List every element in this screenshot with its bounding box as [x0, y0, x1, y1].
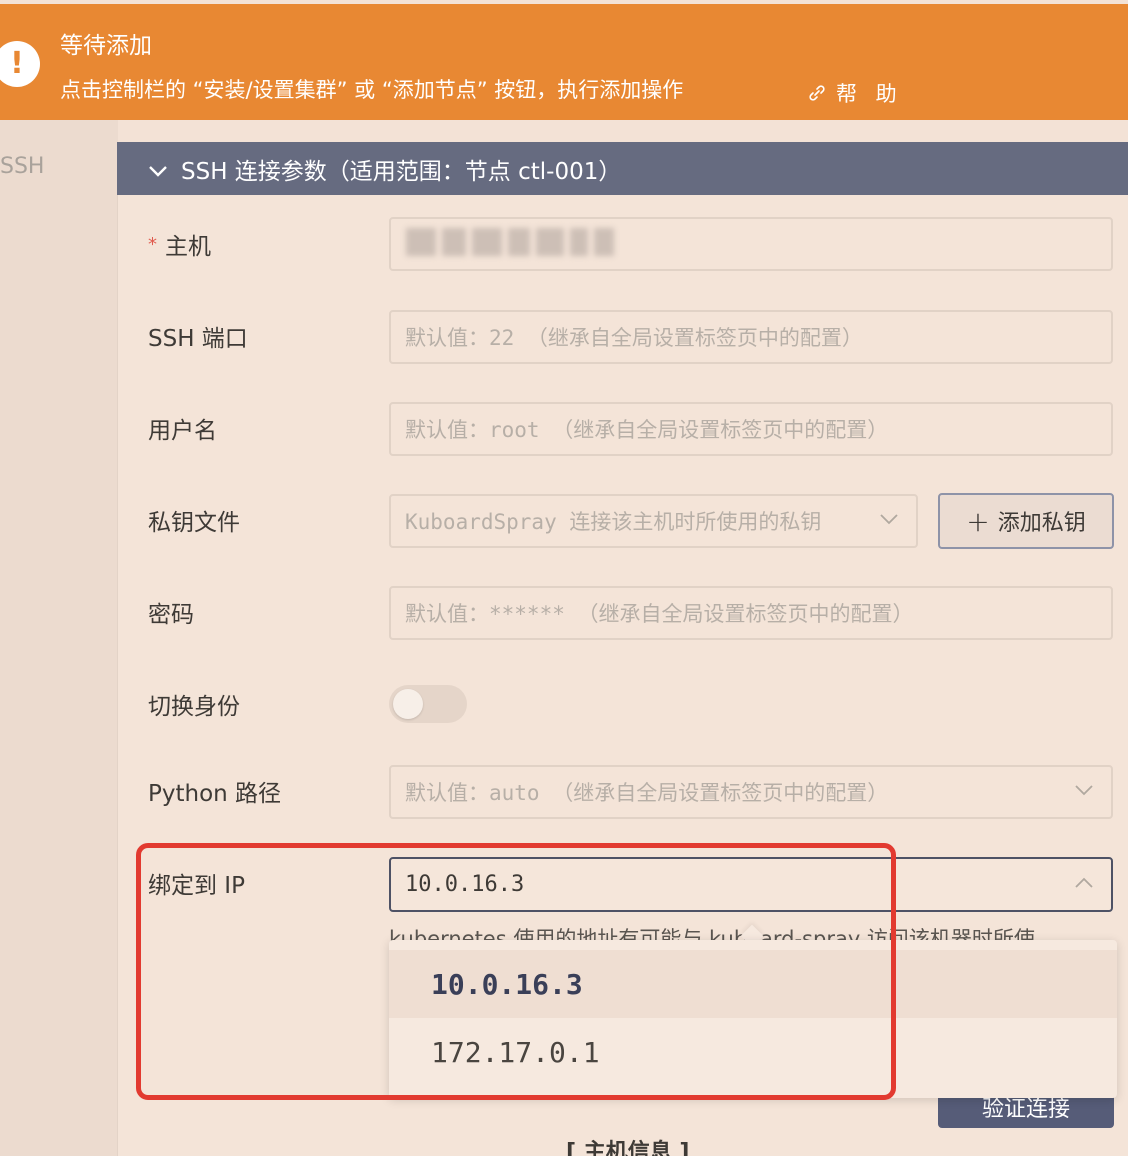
chevron-down-icon: [880, 514, 898, 525]
panel-header[interactable]: SSH 连接参数（适用范围：节点 ctl-001）: [117, 142, 1128, 195]
chevron-down-icon: [149, 165, 167, 177]
username-input[interactable]: 默认值：root （继承自全局设置标签页中的配置）: [389, 402, 1113, 456]
host-value-redacted: [406, 228, 626, 264]
add-private-key-button[interactable]: + 添加私钥: [938, 493, 1114, 549]
ssh-port-input[interactable]: 默认值：22 （继承自全局设置标签页中的配置）: [389, 310, 1113, 364]
ssh-port-placeholder: 默认值：22 （继承自全局设置标签页中的配置）: [405, 326, 863, 350]
ssh-port-label: SSH 端口: [148, 326, 248, 352]
become-toggle[interactable]: [389, 685, 467, 723]
required-mark: *: [148, 234, 157, 255]
username-label: 用户名: [148, 418, 217, 444]
help-link[interactable]: 帮 助: [808, 78, 903, 108]
become-label: 切换身份: [148, 694, 240, 720]
python-path-placeholder: 默认值：auto （继承自全局设置标签页中的配置）: [405, 781, 889, 805]
chevron-down-icon: [1075, 785, 1093, 796]
password-placeholder: 默认值：****** （继承自全局设置标签页中的配置）: [405, 602, 914, 626]
private-key-placeholder: KuboardSpray 连接该主机时所使用的私钥: [405, 510, 822, 534]
tab-ssh[interactable]: SSH: [0, 154, 44, 179]
password-label: 密码: [148, 602, 194, 628]
chevron-up-icon: [1075, 877, 1093, 888]
plus-icon: +: [966, 504, 990, 538]
python-path-select[interactable]: 默认值：auto （继承自全局设置标签页中的配置）: [389, 765, 1113, 819]
python-path-label: Python 路径: [148, 781, 282, 807]
exclamation-icon: !: [0, 41, 40, 87]
alert-description: 点击控制栏的 “安装/设置集群” 或 “添加节点” 按钮，执行添加操作: [60, 78, 684, 102]
private-key-select[interactable]: KuboardSpray 连接该主机时所使用的私钥: [389, 494, 918, 548]
alert-banner: ! 等待添加 点击控制栏的 “安装/设置集群” 或 “添加节点” 按钮，执行添加…: [0, 4, 1128, 120]
link-icon: [809, 85, 825, 101]
host-info-heading: [ 主机信息 ]: [566, 1140, 690, 1156]
toggle-knob: [393, 689, 423, 719]
add-private-key-label: 添加私钥: [997, 511, 1086, 536]
left-tab-strip: [0, 120, 118, 1156]
alert-title: 等待添加: [60, 33, 152, 59]
host-label: * 主机: [148, 234, 211, 260]
help-label: 帮 助: [836, 82, 903, 106]
username-placeholder: 默认值：root （继承自全局设置标签页中的配置）: [405, 418, 889, 442]
highlight-annotation: [136, 843, 896, 1100]
panel-title: SSH 连接参数（适用范围：节点 ctl-001）: [181, 158, 622, 185]
private-key-label: 私钥文件: [148, 510, 240, 536]
password-input[interactable]: 默认值：****** （继承自全局设置标签页中的配置）: [389, 586, 1113, 640]
